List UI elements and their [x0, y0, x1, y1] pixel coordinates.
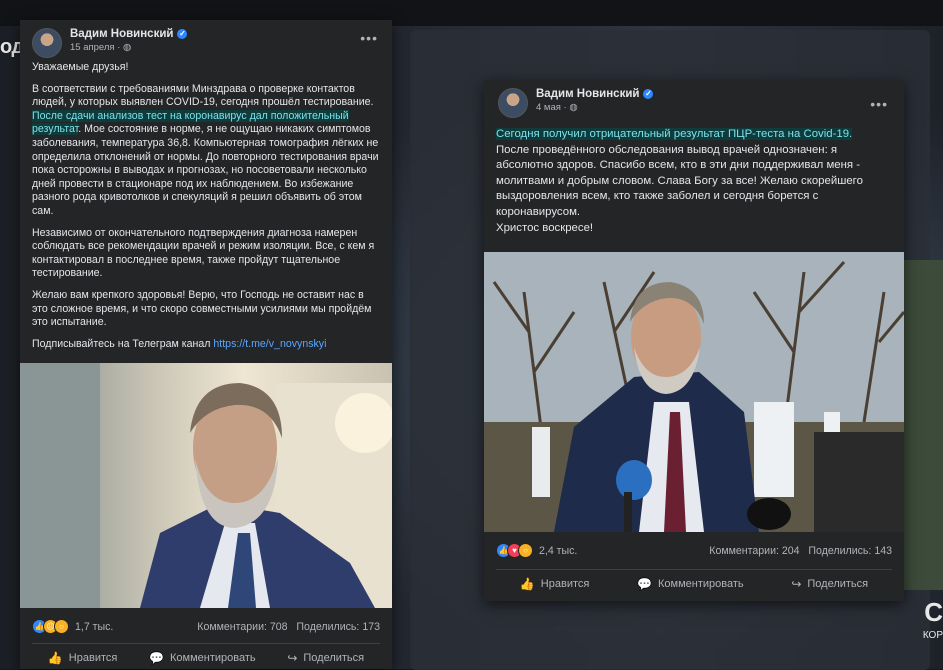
- comment-label: Комментировать: [169, 652, 256, 664]
- avatar[interactable]: [498, 88, 528, 118]
- post-closing: Христос воскресе!: [496, 221, 594, 234]
- comments-count[interactable]: Комментарии: 708: [197, 621, 287, 633]
- comment-label: Комментировать: [657, 578, 744, 590]
- stats-right: Комментарии: 708 Поделились: 173: [197, 621, 380, 633]
- share-label: Поделиться: [303, 652, 365, 664]
- post-stats: 👍 ☹ ○ 1,7 тыс. Комментарии: 708 Поделили…: [32, 619, 380, 634]
- post-actions: 👍 Нравится 💬 Комментировать ↪ Поделиться: [496, 569, 892, 591]
- post-body: Уважаемые друзья! В соответствии с требо…: [32, 61, 382, 359]
- reactions-count[interactable]: 1,7 тыс.: [75, 621, 113, 633]
- wow-reaction-icon: ○: [54, 619, 69, 634]
- post-photo[interactable]: [20, 363, 392, 608]
- share-button[interactable]: ↪ Поделиться: [791, 577, 868, 591]
- post-stats: 👍 ♥ ○ 2,4 тыс. Комментарии: 204 Поделили…: [496, 543, 892, 558]
- comments-count[interactable]: Комментарии: 204: [709, 545, 799, 557]
- author-name-row: Вадим Новинский ✓: [536, 88, 654, 100]
- post-paragraph: Независимо от окончательного подтвержден…: [32, 226, 375, 280]
- post-date-row: 15 апреля · ◍: [70, 42, 187, 53]
- post-paragraph: Подписывайтесь на Телеграм канал https:/…: [32, 338, 382, 352]
- comment-icon: 💬: [149, 651, 164, 665]
- more-options-icon[interactable]: •••: [870, 96, 888, 112]
- author-name-row: Вадим Новинский ✓: [70, 28, 188, 40]
- thumbs-up-icon: 👍: [47, 651, 63, 665]
- post-header: Вадим Новинский ✓ 4 мая · ◍ •••: [498, 88, 888, 118]
- portrait-illustration: [20, 363, 392, 608]
- shares-count[interactable]: Поделились: 143: [808, 545, 892, 557]
- post-photo[interactable]: [484, 252, 904, 532]
- like-label: Нравится: [540, 578, 590, 590]
- verified-badge-icon: ✓: [177, 29, 188, 39]
- author-name[interactable]: Вадим Новинский: [70, 28, 173, 40]
- share-label: Поделиться: [807, 578, 869, 590]
- author-name[interactable]: Вадим Новинский: [536, 88, 639, 100]
- post-paragraph: Желаю вам крепкого здоровья! Верю, что Г…: [32, 288, 372, 329]
- post-text: После проведённого обследования вывод вр…: [496, 143, 863, 218]
- like-button[interactable]: 👍 Нравится: [48, 651, 118, 665]
- post-text: Подписывайтесь на Телеграм канал: [32, 337, 214, 350]
- reactions-count[interactable]: 2,4 тыс.: [539, 545, 577, 557]
- portrait-illustration: [484, 252, 904, 532]
- post-actions: 👍 Нравится 💬 Комментировать ↪ Поделиться: [32, 643, 380, 665]
- thumbs-up-icon: 👍: [519, 577, 535, 591]
- reactions[interactable]: 👍 ☹ ○ 1,7 тыс.: [32, 619, 113, 634]
- more-options-icon[interactable]: •••: [360, 30, 378, 46]
- post-card-2: Вадим Новинский ✓ 4 мая · ◍ ••• Сегодня …: [484, 80, 904, 601]
- post-meta: Вадим Новинский ✓ 4 мая · ◍: [536, 88, 654, 113]
- post-meta: Вадим Новинский ✓ 15 апреля · ◍: [70, 28, 188, 53]
- comment-button[interactable]: 💬 Комментировать: [637, 577, 744, 591]
- post-text: В соответствии с требованиями Минздрава …: [32, 82, 374, 109]
- post-paragraph: В соответствии с требованиями Минздрава …: [32, 83, 382, 219]
- share-button[interactable]: ↪ Поделиться: [287, 651, 364, 665]
- post-date[interactable]: 4 мая ·: [536, 102, 569, 113]
- comment-icon: 💬: [637, 577, 652, 591]
- post-header: Вадим Новинский ✓ 15 апреля · ◍ •••: [32, 28, 378, 58]
- stats-right: Комментарии: 204 Поделились: 143: [709, 545, 892, 557]
- share-arrow-icon: ↪: [791, 577, 802, 591]
- post-date-row: 4 мая · ◍: [536, 102, 653, 113]
- reactions[interactable]: 👍 ♥ ○ 2,4 тыс.: [496, 543, 577, 558]
- avatar[interactable]: [32, 28, 62, 58]
- globe-icon: ◍: [569, 102, 578, 113]
- telegram-link[interactable]: https://t.me/v_novynskyi: [213, 338, 326, 350]
- post-date[interactable]: 15 апреля ·: [70, 42, 123, 53]
- highlighted-text: Сегодня получил отрицательный результат …: [496, 128, 853, 140]
- post-body: Сегодня получил отрицательный результат …: [496, 127, 894, 236]
- like-label: Нравится: [68, 652, 118, 664]
- post-card-1: Вадим Новинский ✓ 15 апреля · ◍ ••• Уваж…: [20, 20, 392, 669]
- watermark-right-big: С: [924, 597, 943, 627]
- watermark-right: С КОР: [922, 597, 943, 648]
- background-strip: [899, 260, 943, 590]
- verified-badge-icon: ✓: [643, 89, 654, 99]
- like-button[interactable]: 👍 Нравится: [520, 577, 590, 591]
- post-text: . Мое состояние в норме, я не ощущаю ник…: [32, 123, 379, 217]
- care-reaction-icon: ○: [518, 543, 533, 558]
- globe-icon: ◍: [123, 42, 132, 53]
- post-greeting: Уважаемые друзья!: [32, 61, 129, 73]
- watermark-right-small: КОР: [922, 630, 943, 641]
- share-arrow-icon: ↪: [287, 651, 298, 665]
- shares-count[interactable]: Поделились: 173: [296, 621, 380, 633]
- comment-button[interactable]: 💬 Комментировать: [149, 651, 256, 665]
